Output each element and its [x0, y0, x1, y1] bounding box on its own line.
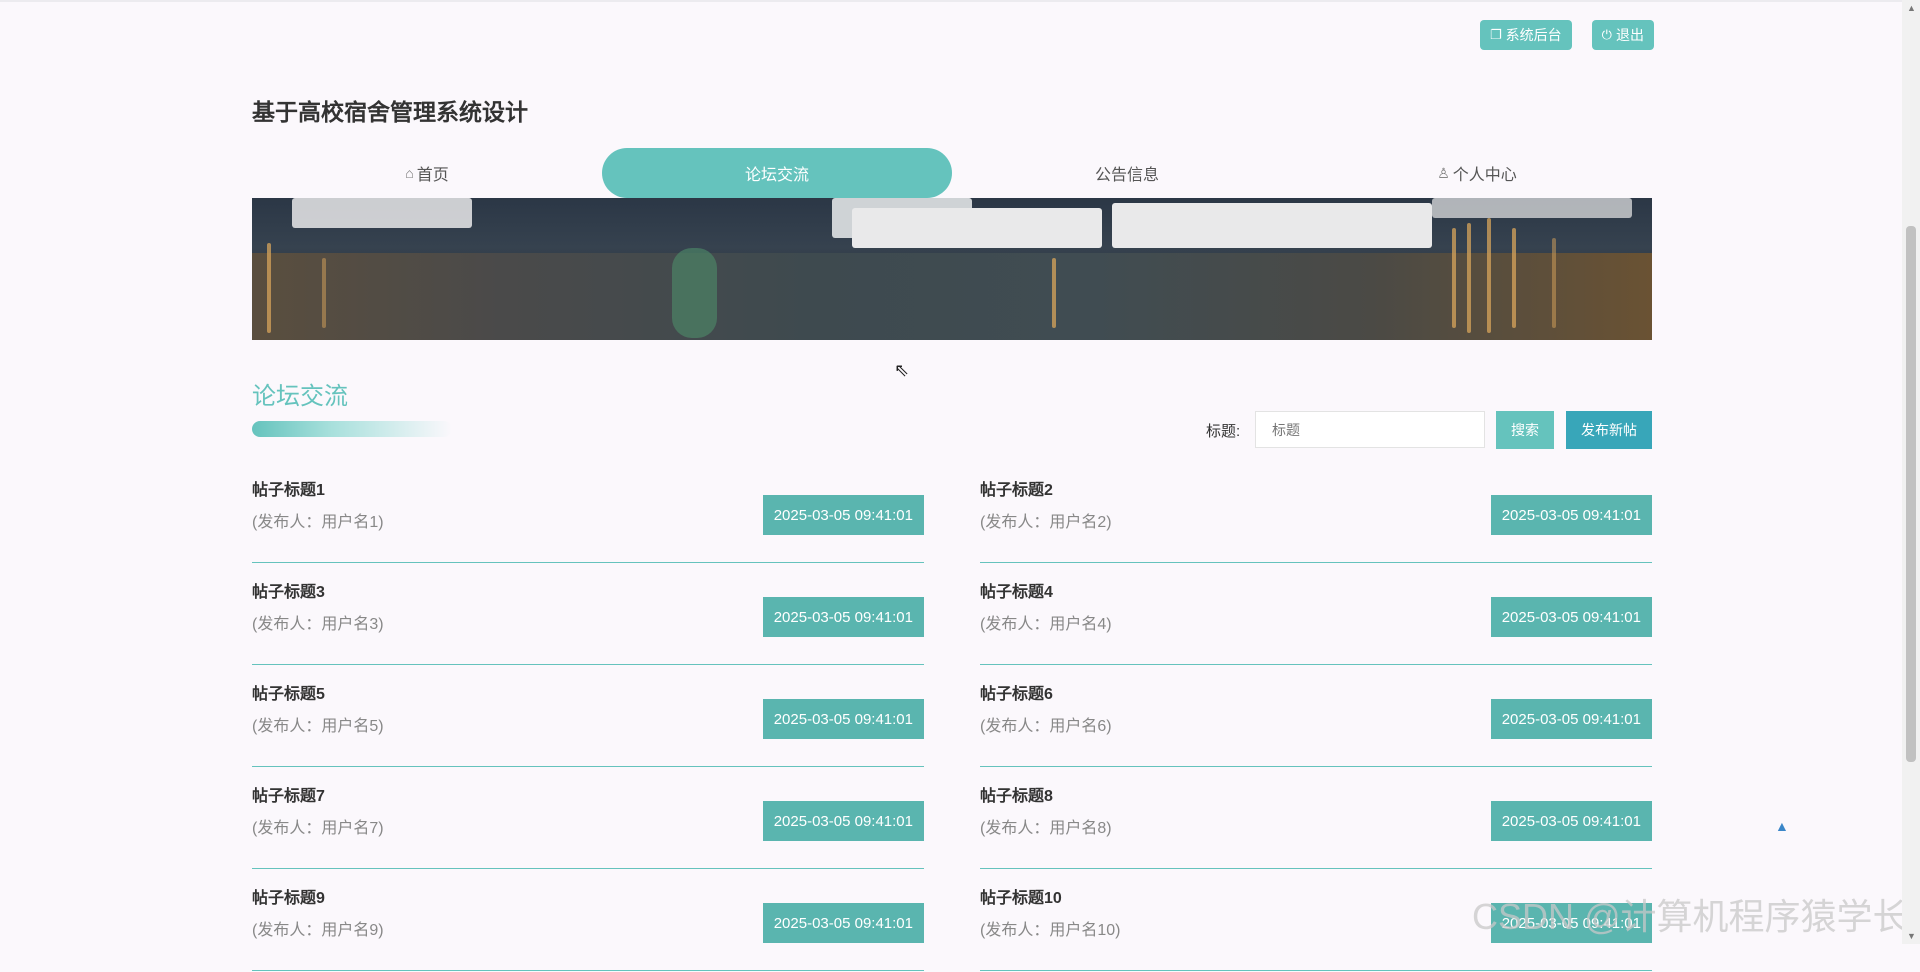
home-icon: ⌂ [405, 165, 414, 181]
post-time-badge: 2025-03-05 09:41:01 [1490, 801, 1652, 841]
mouse-cursor-icon: ⇖ [894, 360, 910, 380]
logout-button[interactable]: ⏻ 退出 [1591, 20, 1654, 50]
post-author: (发布人：用户名2) [980, 514, 1112, 531]
post-author: (发布人：用户名10) [980, 922, 1121, 939]
main-nav: ⌂ 首页 论坛交流 公告信息 ♙ 个人中心 [252, 148, 1652, 198]
post-item[interactable]: 帖子标题5 (发布人：用户名5) 2025-03-05 09:41:01 [252, 666, 924, 767]
post-time-badge: 2025-03-05 09:41:01 [762, 597, 924, 637]
nav-item-forum[interactable]: 论坛交流 [602, 148, 952, 198]
back-to-top-button[interactable]: ▲ [1775, 818, 1789, 834]
nav-item-label: 首页 [416, 167, 449, 184]
nav-item-label: 论坛交流 [744, 167, 809, 184]
post-author: (发布人：用户名3) [252, 616, 384, 633]
nav-item-home[interactable]: ⌂ 首页 [252, 148, 602, 198]
post-title: 帖子标题4 [980, 584, 1053, 601]
post-author: (发布人：用户名6) [980, 718, 1112, 735]
post-item[interactable]: 帖子标题4 (发布人：用户名4) 2025-03-05 09:41:01 [980, 564, 1652, 665]
page-scrollbar[interactable]: ▲ ▼ [1902, 0, 1920, 944]
post-time-badge: 2025-03-05 09:41:01 [1490, 597, 1652, 637]
user-icon: ♙ [1437, 164, 1450, 181]
copy-icon: ❐ [1490, 27, 1502, 42]
site-title: 基于高校宿舍管理系统设计 [252, 99, 528, 125]
post-title: 帖子标题1 [252, 482, 325, 499]
post-time-badge: 2025-03-05 09:41:01 [1490, 495, 1652, 535]
post-author: (发布人：用户名4) [980, 616, 1112, 633]
post-item[interactable]: 帖子标题2 (发布人：用户名2) 2025-03-05 09:41:01 [980, 462, 1652, 563]
post-author: (发布人：用户名8) [980, 820, 1112, 837]
post-list: 帖子标题1 (发布人：用户名1) 2025-03-05 09:41:01 帖子标… [252, 462, 1652, 972]
caret-up-icon: ▲ [1775, 818, 1789, 834]
admin-button[interactable]: ❐ 系统后台 [1480, 20, 1572, 50]
post-author: (发布人：用户名5) [252, 718, 384, 735]
title-search-input[interactable] [1255, 411, 1485, 448]
post-item[interactable]: 帖子标题1 (发布人：用户名1) 2025-03-05 09:41:01 [252, 462, 924, 563]
power-icon: ⏻ [1601, 27, 1612, 42]
banner-image [252, 198, 1652, 340]
post-time-badge: 2025-03-05 09:41:01 [762, 903, 924, 943]
scroll-up-arrow-icon[interactable]: ▲ [1907, 3, 1916, 13]
new-post-button[interactable]: 发布新帖 [1566, 411, 1652, 449]
section-title-underline [252, 421, 452, 437]
post-author: (发布人：用户名7) [252, 820, 384, 837]
nav-item-label: 公告信息 [1094, 167, 1159, 184]
post-time-badge: 2025-03-05 09:41:01 [762, 495, 924, 535]
post-author: (发布人：用户名1) [252, 514, 384, 531]
nav-item-label: 个人中心 [1452, 167, 1517, 184]
post-title: 帖子标题7 [252, 788, 325, 805]
post-title: 帖子标题8 [980, 788, 1053, 805]
post-title: 帖子标题9 [252, 890, 325, 907]
post-item[interactable]: 帖子标题9 (发布人：用户名9) 2025-03-05 09:41:01 [252, 870, 924, 971]
search-button[interactable]: 搜索 [1496, 411, 1554, 449]
admin-button-label: 系统后台 [1505, 27, 1562, 43]
post-title: 帖子标题10 [980, 890, 1062, 907]
post-title: 帖子标题2 [980, 482, 1053, 499]
top-actions: ❐ 系统后台 ⏻ 退出 [1480, 20, 1654, 50]
post-title: 帖子标题5 [252, 686, 325, 703]
scrollbar-thumb[interactable] [1906, 226, 1916, 762]
post-title: 帖子标题3 [252, 584, 325, 601]
watermark: CSDN @计算机程序猿学长 [1472, 896, 1909, 937]
post-title: 帖子标题6 [980, 686, 1053, 703]
nav-item-profile[interactable]: ♙ 个人中心 [1302, 148, 1652, 198]
post-item[interactable]: 帖子标题3 (发布人：用户名3) 2025-03-05 09:41:01 [252, 564, 924, 665]
logout-button-label: 退出 [1615, 27, 1644, 43]
section-title: 论坛交流 [252, 383, 348, 410]
post-time-badge: 2025-03-05 09:41:01 [1490, 699, 1652, 739]
scroll-down-arrow-icon[interactable]: ▼ [1907, 931, 1916, 941]
post-time-badge: 2025-03-05 09:41:01 [762, 801, 924, 841]
post-author: (发布人：用户名9) [252, 922, 384, 939]
post-item[interactable]: 帖子标题8 (发布人：用户名8) 2025-03-05 09:41:01 [980, 768, 1652, 869]
top-divider [0, 0, 1902, 2]
search-label: 标题: [1206, 423, 1241, 440]
post-item[interactable]: 帖子标题7 (发布人：用户名7) 2025-03-05 09:41:01 [252, 768, 924, 869]
post-time-badge: 2025-03-05 09:41:01 [762, 699, 924, 739]
post-item[interactable]: 帖子标题6 (发布人：用户名6) 2025-03-05 09:41:01 [980, 666, 1652, 767]
nav-item-announcements[interactable]: 公告信息 [952, 148, 1302, 198]
